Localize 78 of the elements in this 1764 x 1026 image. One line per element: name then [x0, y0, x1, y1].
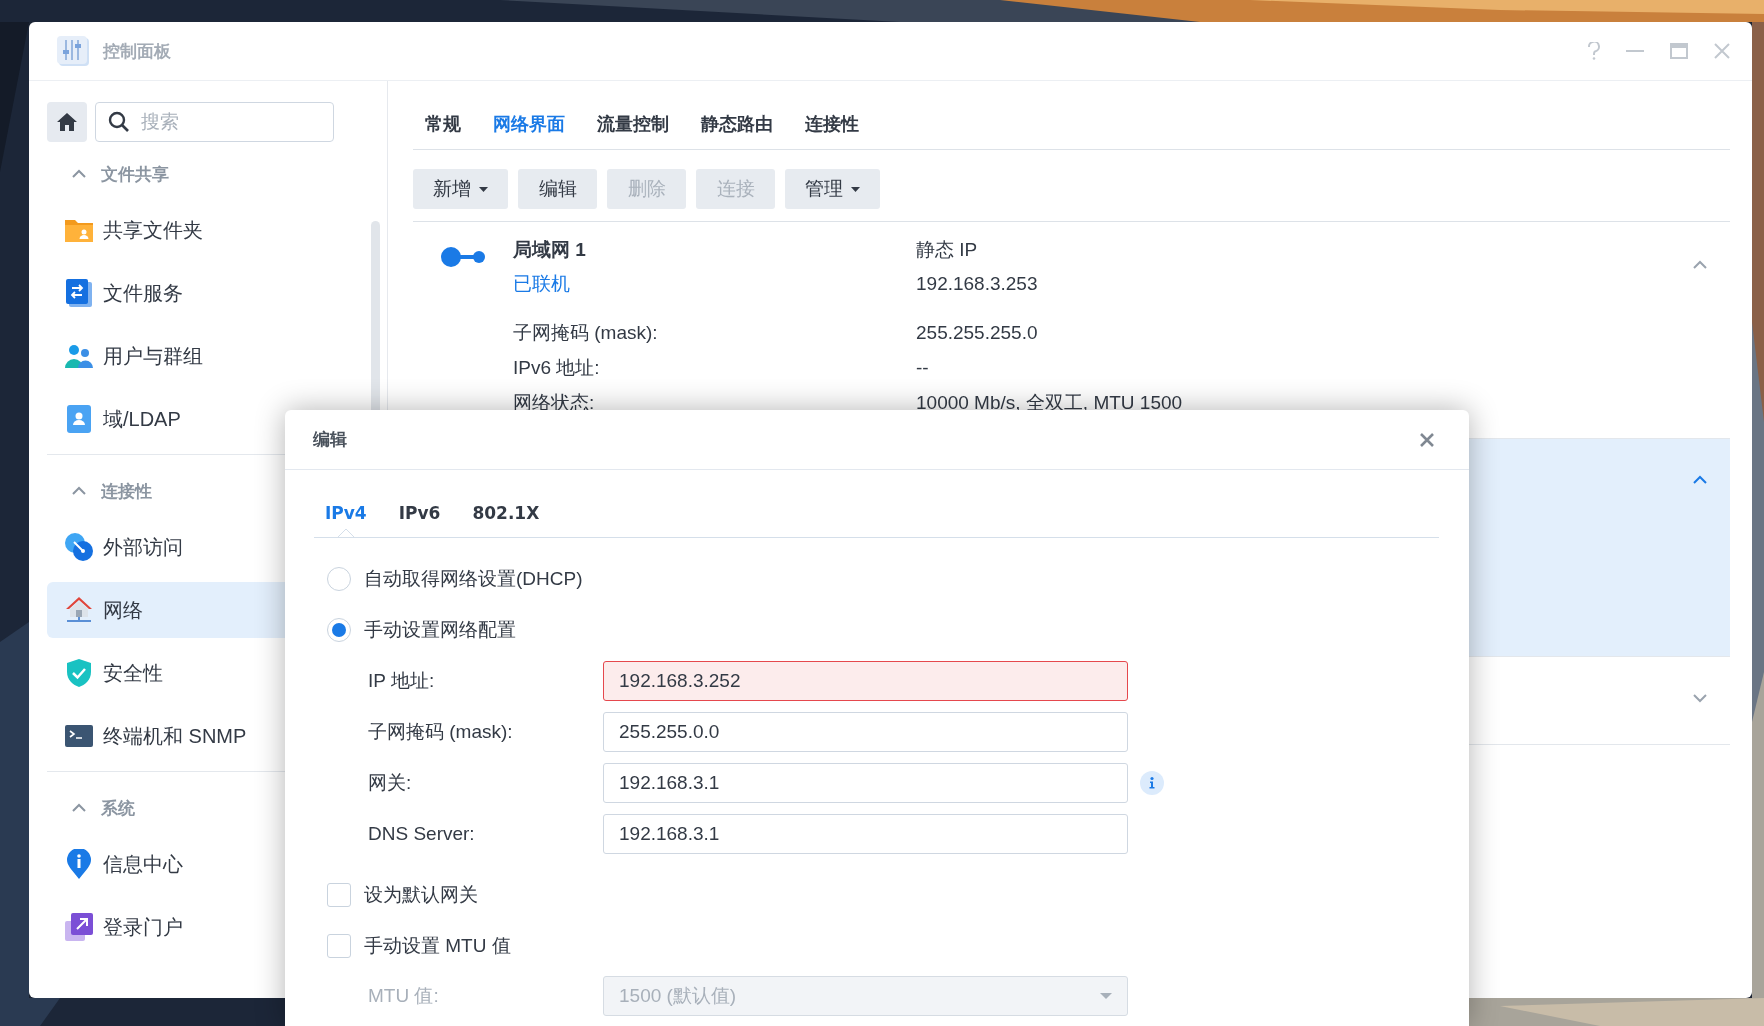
folder-icon — [65, 218, 93, 242]
radio-label: 手动设置网络配置 — [364, 617, 516, 642]
field-label: 子网掩码 (mask): — [368, 720, 514, 744]
info-pin-icon — [67, 849, 91, 879]
sidebar-item[interactable]: 共享文件夹 — [47, 202, 364, 258]
window-title: 控制面板 — [103, 40, 172, 63]
interface-name: 局域网 1 — [513, 238, 587, 262]
dialog-title: 编辑 — [313, 429, 347, 451]
checkbox[interactable] — [327, 882, 351, 907]
caret-icon — [851, 186, 860, 192]
connector-icon — [440, 246, 486, 268]
toolbar-button[interactable]: 编辑 — [518, 169, 597, 209]
house-icon — [65, 596, 93, 624]
checkbox-label: 设为默认网关 — [364, 882, 478, 907]
tab[interactable]: 常规 — [425, 112, 461, 136]
help-icon[interactable] — [1588, 42, 1600, 60]
field-label: DNS Server: — [368, 823, 476, 845]
close-icon[interactable] — [1714, 43, 1730, 59]
tab[interactable]: 流量控制 — [597, 112, 669, 136]
checkbox[interactable] — [327, 933, 351, 958]
detail-label: IPv6 地址: — [513, 356, 601, 380]
input-field[interactable]: 255.255.0.0 — [603, 712, 1128, 752]
ip-address: 192.168.3.253 — [916, 272, 1039, 296]
ip-mode: 静态 IP — [916, 238, 979, 262]
input-field[interactable]: 192.168.3.1 — [603, 814, 1128, 854]
maximize-icon[interactable] — [1670, 43, 1688, 59]
radio-label: 自动取得网络设置(DHCP) — [364, 566, 583, 591]
sidebar-item[interactable]: 安全性 — [47, 645, 364, 701]
detail-value: -- — [916, 356, 930, 380]
close-icon[interactable] — [1419, 431, 1435, 448]
terminal-icon — [65, 725, 93, 747]
toolbar-button[interactable]: 管理 — [785, 169, 880, 209]
detail-value: 10000 Mb/s, 全双工, MTU 1500 — [916, 391, 1184, 415]
tab[interactable]: 802.1X — [472, 503, 540, 537]
radio-button[interactable] — [327, 617, 351, 642]
tab[interactable]: IPv6 — [398, 503, 441, 537]
chevron-up-icon[interactable] — [1692, 475, 1708, 485]
interface-status: 已联机 — [513, 272, 571, 296]
radio-button[interactable] — [327, 566, 351, 591]
section-header: 连接性 — [101, 480, 152, 503]
input-field[interactable]: 192.168.3.252 — [603, 661, 1128, 701]
shield-check-icon — [67, 659, 91, 687]
input-field[interactable]: 192.168.3.1 — [603, 763, 1128, 803]
caret-icon — [1100, 993, 1112, 999]
chevron-up-icon[interactable] — [71, 169, 87, 179]
chevron-up-icon[interactable] — [1692, 260, 1708, 270]
tab[interactable]: 静态路由 — [701, 112, 773, 136]
sidebar-item[interactable]: 终端机和 SNMP — [47, 708, 364, 764]
caret-icon — [479, 186, 488, 192]
field-label: MTU 值: — [368, 984, 440, 1008]
detail-value: 255.255.255.0 — [916, 321, 1039, 345]
arrow-square-icon — [65, 913, 93, 941]
sliders-icon — [57, 36, 91, 66]
sidebar-item[interactable]: 信息中心 — [47, 836, 364, 892]
sidebar-item[interactable]: 文件服务 — [47, 265, 364, 321]
chevron-up-icon[interactable] — [71, 803, 87, 813]
sidebar-item[interactable]: 登录门户 — [47, 899, 364, 955]
sidebar-item[interactable]: 用户与群组 — [47, 328, 364, 384]
search-field[interactable]: 搜索 — [95, 102, 334, 142]
linked-circles-icon — [65, 533, 93, 561]
chevron-up-icon[interactable] — [71, 486, 87, 496]
home-button[interactable] — [47, 102, 87, 142]
contact-card-icon — [67, 405, 91, 433]
detail-label: 子网掩码 (mask): — [513, 321, 659, 345]
home-icon — [57, 113, 77, 131]
tab[interactable]: 连接性 — [805, 112, 859, 136]
field-label: IP 地址: — [368, 669, 436, 693]
users-icon — [65, 344, 93, 368]
field-label: 网关: — [368, 771, 413, 795]
tab[interactable]: 网络界面 — [493, 112, 565, 136]
section-header: 系统 — [101, 797, 135, 820]
section-header: 文件共享 — [101, 163, 169, 186]
chevron-down-icon[interactable] — [1692, 693, 1708, 703]
checkbox-label: 手动设置 MTU 值 — [364, 933, 511, 958]
info-icon[interactable] — [1140, 771, 1164, 795]
toolbar-button[interactable]: 新增 — [413, 169, 508, 209]
search-icon — [108, 111, 130, 133]
document-arrows-icon — [66, 279, 92, 307]
